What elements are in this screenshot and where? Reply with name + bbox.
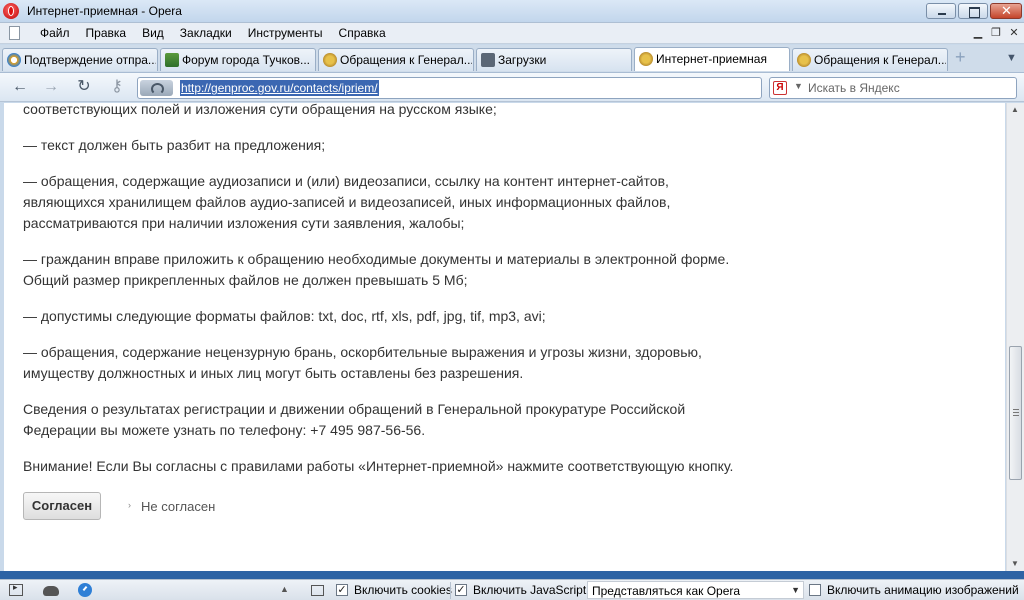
vertical-scrollbar[interactable]: ▲ ▼	[1006, 103, 1024, 571]
scrollbar-thumb[interactable]	[1009, 346, 1022, 480]
forward-arrow-icon[interactable]: →	[42, 79, 60, 95]
tab-1[interactable]: Подтверждение отпра...	[2, 48, 158, 71]
agree-button[interactable]: Согласен	[23, 492, 101, 520]
opera-unite-cloud-icon[interactable]	[43, 586, 59, 596]
status-bar: ▲ ✓ Включить cookies ✓ Включить JavaScri…	[0, 579, 1024, 600]
opera-logo-icon[interactable]	[3, 3, 19, 19]
opera-icon	[7, 53, 21, 67]
rule-line: Общий размер прикрепленных файлов не дол…	[23, 272, 468, 288]
divider	[450, 582, 451, 599]
emblem-icon	[797, 53, 811, 67]
title-bar: Интернет-приемная - Opera	[0, 0, 1024, 23]
menu-edit[interactable]: Правка	[86, 26, 135, 40]
address-field[interactable]: http://genproc.gov.ru/contacts/ipriem/	[137, 77, 762, 99]
rule-line: — текст должен быть разбит на предложени…	[23, 137, 326, 153]
menu-tools[interactable]: Инструменты	[248, 26, 331, 40]
search-engine-dropdown-icon[interactable]: ▼	[794, 81, 803, 91]
menu-bookmarks[interactable]: Закладки	[180, 26, 240, 40]
tab-menu-chevron-icon[interactable]: ▼	[1006, 52, 1017, 64]
menu-help[interactable]: Справка	[339, 26, 394, 40]
cookies-checkbox[interactable]: ✓	[336, 584, 348, 596]
search-field[interactable]: Я ▼ Искать в Яндекс	[769, 77, 1017, 99]
new-tab-plus-icon[interactable]: +	[955, 48, 969, 66]
speed-dial-icon[interactable]	[140, 80, 173, 96]
javascript-checkbox[interactable]: ✓	[455, 584, 467, 596]
info-line: Федерации вы можете узнать по телефону: …	[23, 422, 426, 438]
animation-label: Включить анимацию изображений	[827, 583, 1019, 597]
image-icon[interactable]	[311, 585, 324, 596]
menu-items: Файл Правка Вид Закладки Инструменты Спр…	[40, 26, 402, 40]
reload-icon[interactable]: ↻	[75, 79, 93, 95]
identify-as-value: Представляться как Opera	[592, 584, 741, 598]
rule-line: соответствующих полей и изложения сути о…	[23, 103, 497, 117]
tab-3[interactable]: Обращения к Генерал...	[318, 48, 474, 71]
tab-2[interactable]: Форум города Тучков...	[160, 48, 316, 71]
tab-label: Загрузки	[498, 53, 547, 67]
tab-restore-icon[interactable]: ❐	[989, 27, 1003, 39]
chevron-down-icon[interactable]: ▼	[791, 585, 800, 595]
info-line: Сведения о результатах регистрации и дви…	[23, 401, 686, 417]
minimize-button[interactable]	[926, 3, 956, 19]
emblem-icon	[323, 53, 337, 67]
rule-line: — допустимы следующие форматы файлов: tx…	[23, 308, 546, 324]
back-arrow-icon[interactable]: ←	[11, 79, 29, 95]
identify-as-select[interactable]: Представляться как Opera ▼	[587, 581, 804, 599]
page-content: соответствующих полей и изложения сути о…	[4, 103, 1005, 571]
notice-line: Внимание! Если Вы согласны с правилами р…	[23, 458, 734, 474]
tab-label: Обращения к Генерал...	[340, 53, 472, 67]
address-url[interactable]: http://genproc.gov.ru/contacts/ipriem/	[180, 80, 379, 96]
tab-label: Обращения к Генерал...	[814, 53, 946, 67]
cookies-label: Включить cookies	[354, 583, 452, 597]
opera-turbo-icon[interactable]	[78, 583, 92, 597]
emblem-icon	[639, 52, 653, 66]
animation-checkbox[interactable]	[809, 584, 821, 596]
rule-line: рассматриваются при наличии изложения су…	[23, 215, 465, 231]
maximize-button[interactable]	[958, 3, 988, 19]
tab-close-icon[interactable]: ✕	[1007, 27, 1021, 39]
status-strip	[0, 571, 1024, 579]
menu-file[interactable]: Файл	[40, 26, 78, 40]
tab-label: Подтверждение отпра...	[24, 53, 156, 67]
menu-bar: Файл Правка Вид Закладки Инструменты Спр…	[0, 23, 1024, 44]
navigation-bar: ← → ↻ ⚷ http://genproc.gov.ru/contacts/i…	[0, 72, 1024, 102]
scroll-up-arrow-icon[interactable]: ▲	[1011, 105, 1019, 114]
close-button[interactable]	[990, 3, 1022, 19]
tab-label: Форум города Тучков...	[182, 53, 311, 67]
tab-6[interactable]: Обращения к Генерал...	[792, 48, 948, 71]
yandex-icon[interactable]: Я	[773, 81, 787, 95]
search-placeholder: Искать в Яндекс	[808, 81, 900, 95]
rule-line: — гражданин вправе приложить к обращению…	[23, 251, 730, 267]
rule-line: имуществу должностных и иных лиц могут б…	[23, 365, 524, 381]
tab-minimize-icon[interactable]: ▁	[971, 27, 985, 39]
tab-5-active[interactable]: Интернет-приемная	[634, 47, 790, 71]
menu-view[interactable]: Вид	[142, 26, 172, 40]
tab-4[interactable]: Загрузки	[476, 48, 632, 71]
rule-line: — обращения, содержащие аудиозаписи и (и…	[23, 173, 669, 189]
downloads-icon	[481, 53, 495, 67]
grip-icon	[1013, 409, 1019, 416]
page-menu-icon[interactable]	[9, 26, 20, 40]
arrow-up-icon[interactable]: ▲	[280, 584, 289, 594]
forum-icon	[165, 53, 179, 67]
rule-line: являющихся хранилищем файлов аудио-запис…	[23, 194, 671, 210]
key-icon[interactable]: ⚷	[106, 79, 128, 95]
panel-toggle-icon[interactable]	[9, 582, 23, 596]
tab-label: Интернет-приемная	[656, 52, 767, 66]
chevron-right-icon: ›	[128, 500, 131, 510]
window-title: Интернет-приемная - Opera	[27, 4, 182, 18]
rule-line: — обращения, содержание нецензурную бран…	[23, 344, 702, 360]
javascript-label: Включить JavaScript	[473, 583, 587, 597]
disagree-link[interactable]: Не согласен	[141, 499, 215, 514]
scroll-down-arrow-icon[interactable]: ▼	[1011, 559, 1019, 568]
